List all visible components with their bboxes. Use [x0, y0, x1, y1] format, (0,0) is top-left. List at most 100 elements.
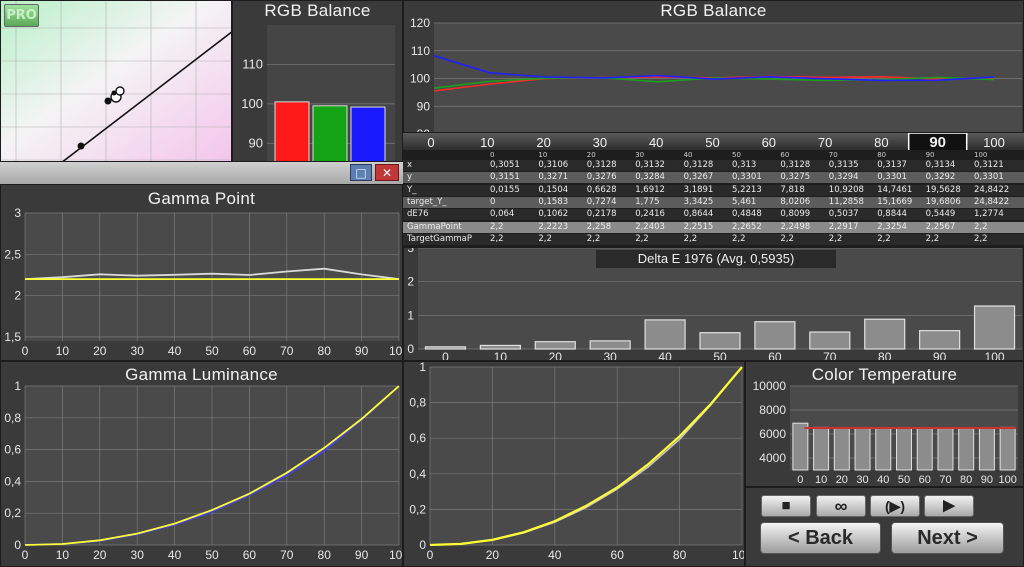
table-cell: 2,2223 — [538, 221, 569, 232]
rgb-lines-ytick-label: 120 — [410, 16, 430, 30]
luminance-curve-xtick-label: 0 — [427, 548, 434, 562]
delta-e-bar-30 — [589, 340, 631, 350]
table-cell: 0,2178 — [586, 209, 617, 220]
table-cell: 0,3134 — [925, 160, 956, 170]
rgb-lines-ytick-label: 100 — [410, 72, 430, 86]
plot-area — [430, 367, 742, 545]
table-cell: 14,7461 — [877, 184, 913, 195]
delta-e-xtick-label: 0 — [442, 350, 449, 361]
table-cell: 24,8422 — [974, 196, 1010, 207]
delta-e-ytick-label: 1 — [407, 308, 414, 322]
rgb-bar-g — [312, 105, 348, 161]
table-cell: 0,3151 — [490, 172, 520, 183]
gamma-luminance-ytick-label: 0,2 — [4, 506, 21, 520]
table-cell: 0,3301 — [877, 172, 907, 183]
table-cell: 0,3292 — [925, 172, 956, 183]
table-cell: 10,9208 — [828, 184, 864, 195]
gamma-luminance-ytick-label: 1 — [14, 379, 21, 393]
table-cell: 0,3301 — [974, 172, 1004, 183]
next-button[interactable]: Next > — [891, 522, 1004, 554]
table-cell: 0,3128 — [586, 160, 617, 170]
table-row-label: y — [407, 172, 413, 183]
table-cell: 3,1891 — [683, 184, 714, 195]
table-cell: 19,6806 — [925, 196, 961, 207]
gamma-luminance-xtick-label: 30 — [131, 548, 145, 562]
stimulus-step-90: 90 — [929, 134, 946, 151]
gamma-point-ytick-label: 2,5 — [4, 247, 21, 261]
delta-e-bar-100 — [973, 305, 1016, 350]
rgb-bars-ytick-label: 110 — [242, 56, 263, 71]
gamma-luminance-ytick-label: 0,4 — [4, 474, 21, 488]
gamma-luminance-xtick-label: 10 — [56, 548, 70, 562]
gamma-luminance-ytick-label: 0,8 — [4, 411, 21, 425]
play-button[interactable]: ▶ — [924, 495, 974, 517]
table-cell: 2,2 — [780, 233, 794, 244]
gamma-luminance-xtick-label: 90 — [355, 548, 369, 562]
stop-button[interactable]: ■ — [761, 495, 811, 517]
gamma-point-xtick-label: 30 — [131, 344, 145, 358]
table-cell: 11,2858 — [828, 196, 864, 207]
table-cell: 0,3128 — [683, 160, 714, 170]
stimulus-step-60: 60 — [762, 135, 776, 150]
table-cell: 0,3137 — [877, 160, 907, 170]
stimulus-step-80: 80 — [874, 135, 888, 150]
table-cell: 2,2 — [490, 233, 504, 244]
table-cell: 0,8644 — [683, 209, 714, 220]
table-cell: 0,0155 — [490, 184, 520, 195]
delta-e-ytick-label: 2 — [407, 275, 414, 289]
table-cell: 2,2 — [586, 233, 601, 244]
table-cell: 2,2498 — [780, 221, 811, 232]
table-cell: 19,5628 — [925, 184, 961, 195]
table-cell: 0,3267 — [683, 172, 714, 183]
delta-e-bar-70 — [809, 331, 851, 350]
table-cell: 0,064 — [490, 209, 515, 220]
color-temp-bar-90 — [978, 427, 995, 471]
gamma-point-ytick-label: 3 — [14, 206, 21, 220]
delta-e-xtick-label: 20 — [549, 350, 563, 361]
gamma-luminance-xtick-label: 50 — [205, 548, 219, 562]
delta-e-ytick-label: 3 — [407, 248, 414, 255]
table-cell: 0,3121 — [974, 160, 1004, 170]
color-temp-xtick-label: 70 — [939, 474, 951, 486]
luminance-curve-chart: 0 0,2 0,4 0,6 0,8 1 0 20 40 60 80 100 — [409, 362, 744, 562]
gamma-luminance-ytick-label: 0 — [14, 538, 21, 552]
restore-window-button[interactable]: □ — [350, 164, 372, 181]
table-cell: 1,775 — [635, 196, 660, 207]
table-row: x 0,3051 0,3106 0,3128 0,3132 0,3128 0,313 0,31… — [403, 160, 1024, 171]
color-temp-bar-40 — [875, 427, 892, 471]
table-cell: 2,2 — [877, 233, 891, 244]
table-row: TargetGammaP 2,2 2,2 2,2 2,2 2,2 2,2 2,2 2,2 2,2 2… — [403, 233, 1024, 245]
color-temperature-chart: 4000 6000 8000 10000 0 10 20 30 40 50 60 70 80 90 100 — [753, 379, 1018, 486]
window-strip: □ ✕ — [0, 162, 403, 185]
table-cell: 1,6912 — [635, 184, 665, 195]
stimulus-step-50: 50 — [705, 135, 719, 150]
color-temp-bar-100 — [999, 426, 1016, 471]
table-cell: 0,3294 — [828, 172, 859, 183]
table-cell: 1,2774 — [974, 209, 1004, 220]
gamma-point-xtick-label: 100 — [389, 344, 403, 358]
table-cell: 0,3301 — [732, 172, 762, 183]
table-cell: 0,3135 — [828, 160, 859, 170]
color-temp-ytick-label: 4000 — [759, 451, 786, 465]
loop-button[interactable]: ∞ — [816, 495, 866, 517]
table-cell: 15,1669 — [877, 196, 913, 207]
gamma-luminance-xtick-label: 80 — [318, 548, 332, 562]
delta-e-xtick-label: 100 — [985, 350, 1005, 361]
back-button[interactable]: < Back — [760, 522, 881, 554]
delta-e-bar-50 — [699, 332, 741, 350]
table-row: dE76 0,064 0,1062 0,2178 0,2416 0,8644 0,4848 0… — [403, 209, 1024, 221]
table-cell: 0,313 — [732, 160, 757, 170]
table-cell: 0,3284 — [635, 172, 665, 183]
play-cycle-button[interactable]: (▶) — [870, 495, 920, 517]
close-window-button[interactable]: ✕ — [375, 164, 399, 181]
stimulus-step-40: 40 — [649, 135, 663, 150]
gamma-luminance-chart: 00,20,40,60,810102030405060708090100 — [4, 379, 402, 562]
stimulus-step-70: 70 — [818, 135, 832, 150]
table-cell: 2,2 — [732, 233, 746, 244]
table-cell: 7,818 — [780, 184, 805, 195]
table-cell: 0,4848 — [732, 209, 762, 220]
table-cell: 5,2213 — [732, 184, 762, 195]
table-cell: 3,3425 — [683, 196, 714, 207]
table-cell: 0,1504 — [538, 184, 569, 195]
rgb-balance-lines-chart: 8090100110120 — [410, 16, 1022, 132]
